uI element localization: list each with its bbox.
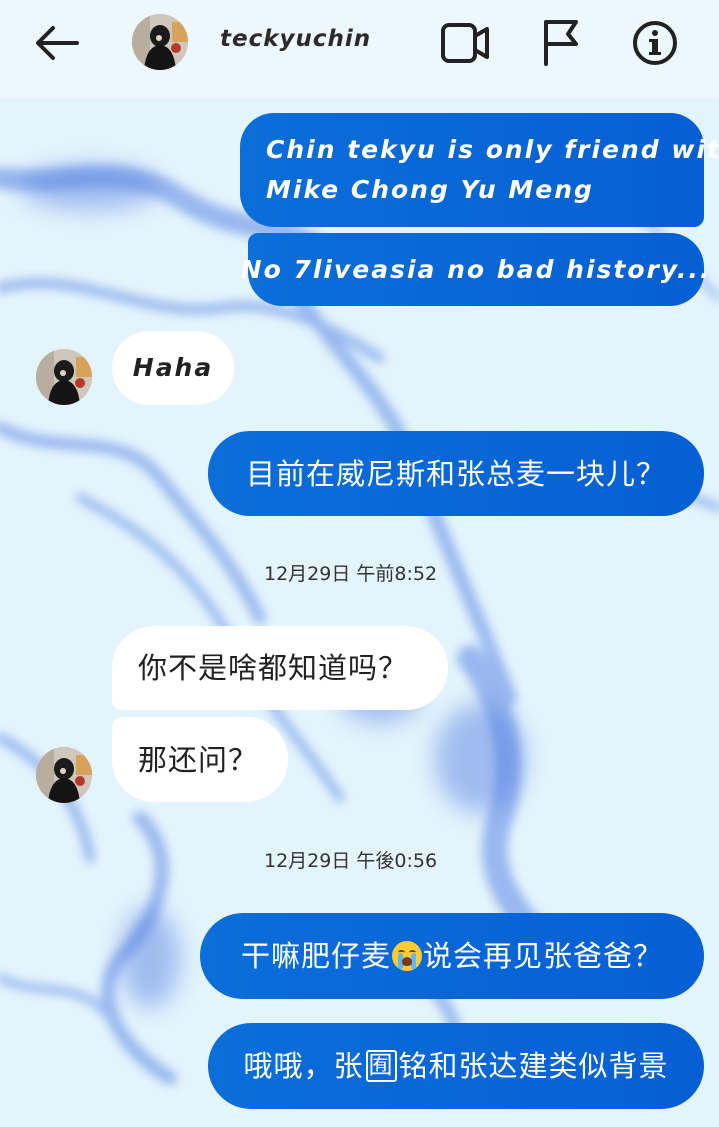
message-bubble-incoming[interactable]: 那还问？ — [112, 717, 288, 802]
avatar-image — [36, 349, 92, 405]
message-text: 干嘛肥仔麦 — [240, 939, 391, 973]
message-text: 说会再见张爸爸？ — [423, 939, 664, 973]
avatar-image — [132, 14, 188, 70]
boxed-character: 囿 — [365, 1050, 397, 1082]
sender-avatar[interactable] — [36, 747, 92, 803]
message-bubble-incoming[interactable]: Haha — [112, 331, 234, 405]
message-text: No 7liveasia no bad history... — [240, 254, 712, 284]
report-button[interactable] — [534, 16, 586, 68]
message-text: Chin tekyu is only friend with — [266, 135, 719, 164]
message-bubble-outgoing[interactable]: 干嘛肥仔麦 说会再见张爸爸？ — [200, 913, 704, 999]
video-camera-icon — [441, 23, 489, 63]
message-bubble-outgoing[interactable]: No 7liveasia no bad history... — [241, 233, 709, 306]
message-timestamp: 12月29日 午前8:52 — [264, 563, 438, 585]
back-button[interactable] — [26, 18, 86, 68]
message-bubble-incoming[interactable]: 你不是啥都知道吗？ — [112, 626, 448, 710]
contact-name[interactable]: teckyuchin — [220, 26, 371, 52]
message-text: 那还问？ — [138, 742, 259, 777]
video-call-button[interactable] — [436, 18, 494, 68]
message-text: 目前在威尼斯和张总麦一块儿？ — [245, 456, 666, 491]
message-text: 哦哦，张 — [243, 1049, 364, 1083]
info-button[interactable] — [628, 16, 682, 70]
header-avatar[interactable] — [132, 14, 188, 70]
message-bubble-outgoing[interactable]: 目前在威尼斯和张总麦一块儿？ — [208, 431, 704, 516]
message-text: Mike Chong Yu Meng — [266, 175, 594, 204]
chat-header: teckyuchin — [0, 0, 719, 98]
sender-avatar[interactable] — [36, 349, 92, 405]
flag-icon — [544, 20, 578, 66]
message-bubble-outgoing[interactable]: 哦哦，张 囿 铭和张达建类似背景 — [208, 1023, 704, 1109]
message-timestamp: 12月29日 午後0:56 — [264, 850, 438, 872]
loudly-crying-face-icon — [392, 941, 422, 971]
chat-area[interactable]: Chin tekyu is only friend with Mike Chon… — [0, 98, 719, 1127]
arrow-left-icon — [36, 26, 79, 60]
message-text: 你不是啥都知道吗？ — [138, 651, 409, 685]
info-icon — [633, 21, 677, 65]
message-bubble-outgoing[interactable]: Chin tekyu is only friend with Mike Chon… — [240, 113, 719, 227]
message-text: 铭和张达建类似背景 — [398, 1049, 669, 1083]
avatar-image — [36, 747, 92, 803]
message-text: Haha — [132, 353, 214, 382]
